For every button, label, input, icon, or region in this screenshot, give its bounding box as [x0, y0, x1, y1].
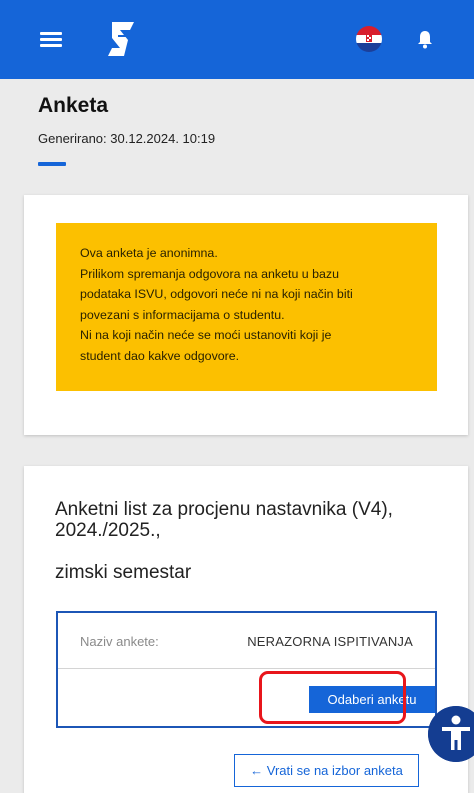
- bell-icon[interactable]: [413, 27, 437, 51]
- survey-card: Anketni list za procjenu nastavnika (V4)…: [24, 466, 468, 793]
- page-title: Anketa: [38, 94, 109, 117]
- choose-button-highlight: [259, 671, 406, 724]
- notice-line: podataka ISVU, odgovori neće ni na koji …: [80, 287, 353, 301]
- hamburger-menu-icon[interactable]: [40, 32, 62, 48]
- croatian-flag-icon[interactable]: [356, 26, 382, 52]
- survey-name-label: Naziv ankete:: [80, 634, 159, 649]
- notice-line: Ova anketa je anonimna.: [80, 246, 218, 260]
- anonymity-notice: Ova anketa je anonimna. Prilikom spreman…: [56, 223, 437, 391]
- survey-name-row: Naziv ankete: NERAZORNA ISPITIVANJA: [58, 613, 435, 669]
- survey-title: Anketni list za procjenu nastavnika (V4)…: [55, 499, 393, 541]
- notice-card: Ova anketa je anonimna. Prilikom spreman…: [24, 195, 468, 435]
- notice-line: student dao kakve odgovore.: [80, 348, 240, 363]
- survey-semester: zimski semestar: [55, 562, 192, 583]
- generated-timestamp: Generirano: 30.12.2024. 10:19: [38, 131, 216, 146]
- survey-name-value: NERAZORNA ISPITIVANJA: [247, 634, 413, 649]
- notice-line: povezani s informacijama o studentu.: [80, 307, 285, 322]
- notice-line: Ni na koji način neće se moći ustanoviti…: [80, 328, 332, 342]
- notice-line: Prilikom spremanja odgovora na anketu u …: [80, 266, 339, 281]
- isvu-logo[interactable]: [104, 20, 138, 58]
- back-to-survey-list-button[interactable]: ← Vrati se na izbor anketa: [234, 754, 419, 787]
- title-accent-bar: [38, 162, 66, 166]
- top-bar: [0, 0, 474, 79]
